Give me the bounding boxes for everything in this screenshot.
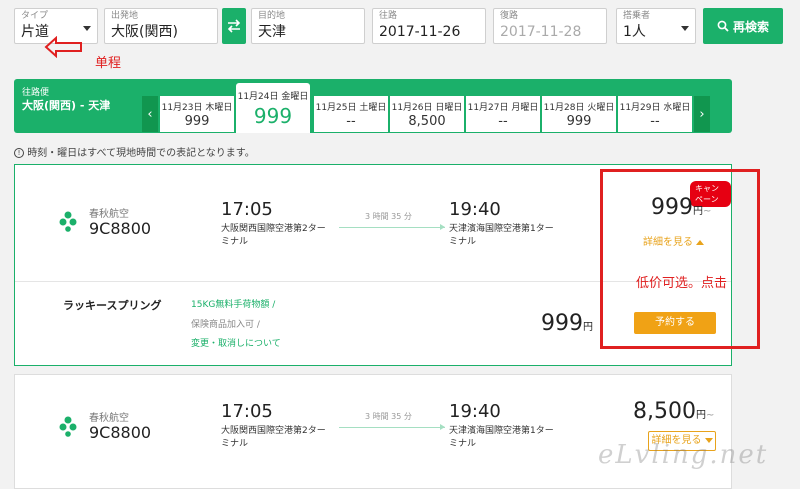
yen-unit: 円 <box>583 322 593 333</box>
fare-baggage: 15KG無料手荷物額 / <box>191 300 276 310</box>
date-tab-label: 11月24日 金曜日 <box>237 92 309 102</box>
date-tab-5[interactable]: 11月27日 月曜日 -- <box>466 96 540 132</box>
depart-date-value: 2017-11-26 <box>379 24 461 40</box>
date-tab-price: -- <box>346 114 356 129</box>
departure-airport: 大阪関西国際空港第2ターミナル <box>221 426 326 449</box>
chevron-down-icon <box>681 26 689 31</box>
date-tab-price: 999 <box>566 114 592 129</box>
depart-date-field[interactable]: 往路 2017-11-26 <box>372 8 486 44</box>
fare-name: ラッキースプリング <box>63 299 162 312</box>
timezone-notice: ! 時刻・曜日はすべて現地時間での表記となります。 <box>14 144 255 159</box>
date-tab-label: 11月29日 水曜日 <box>619 103 691 113</box>
return-date-label: 復路 <box>500 11 519 21</box>
date-tab-3[interactable]: 11月25日 土曜日 -- <box>314 96 388 132</box>
arrival-airport: 天津濱海国際空港第1ターミナル <box>449 224 554 247</box>
swap-button[interactable] <box>222 8 246 44</box>
destination-field[interactable]: 目的地 天津 <box>251 8 365 44</box>
spring-airlines-logo-icon <box>59 211 77 232</box>
date-tab-label: 11月25日 土曜日 <box>315 103 387 113</box>
annotation-low-price: 低价可选。点击 <box>636 276 728 291</box>
origin-field[interactable]: 出発地 大阪(関西) <box>104 8 218 44</box>
arrival-time: 19:40 <box>449 401 501 422</box>
passenger-label: 搭乗者 <box>623 11 651 21</box>
date-tab-2-selected[interactable]: 11月24日 金曜日 999 <box>236 83 310 133</box>
airline-name: 春秋航空 <box>89 413 129 424</box>
date-tab-label: 11月28日 火曜日 <box>543 103 615 113</box>
research-button[interactable]: 再検索 <box>703 8 783 44</box>
annotation-highlight-box <box>600 169 760 349</box>
fare-price: 999円 <box>541 311 593 336</box>
date-tab-price: 999 <box>184 114 210 129</box>
date-tab-label: 11月23日 木曜日 <box>161 103 233 113</box>
annotation-arrow-icon <box>44 36 82 58</box>
research-button-label: 再検索 <box>732 19 769 34</box>
date-tab-price: 8,500 <box>408 114 446 129</box>
lowest-price: 8,500円~ <box>633 399 714 424</box>
origin-label: 出発地 <box>111 11 139 21</box>
watermark: eLvling.net <box>598 440 769 470</box>
flight-duration: 3 時間 35 分 <box>365 412 412 421</box>
date-tab-7[interactable]: 11月29日 水曜日 -- <box>618 96 692 132</box>
destination-label: 目的地 <box>258 11 286 21</box>
date-tab-price: 999 <box>253 104 293 128</box>
price-tilde: ~ <box>705 410 715 421</box>
flight-number: 9C8800 <box>89 423 152 442</box>
date-tab-label: 11月27日 月曜日 <box>467 103 539 113</box>
date-tab-label: 11月26日 日曜日 <box>391 103 463 113</box>
fare-change-policy-link[interactable]: 変更・取消しについて <box>191 336 281 349</box>
origin-value: 大阪(関西) <box>111 24 178 40</box>
duration-arrow <box>339 424 445 430</box>
fare-price-value: 999 <box>541 311 583 336</box>
flight-duration: 3 時間 35 分 <box>365 212 412 221</box>
date-tab-price: -- <box>498 114 508 129</box>
date-bar: 往路便 大阪(関西) - 天津 ‹ 11月23日 木曜日 999 11月24日 … <box>14 79 732 133</box>
yen-unit: 円 <box>695 410 706 421</box>
passenger-value: 1人 <box>623 24 646 40</box>
date-tab-1[interactable]: 11月23日 木曜日 999 <box>160 96 234 132</box>
annotation-single-trip: 单程 <box>95 56 122 71</box>
info-icon: ! <box>14 148 24 158</box>
date-tab-4[interactable]: 11月26日 日曜日 8,500 <box>390 96 464 132</box>
spring-airlines-logo-icon <box>59 416 77 437</box>
return-date-field[interactable]: 復路 2017-11-28 <box>493 8 607 44</box>
depart-date-label: 往路 <box>379 11 398 21</box>
route-name: 大阪(関西) - 天津 <box>22 99 111 112</box>
passenger-select[interactable]: 搭乗者 1人 <box>616 8 696 44</box>
chevron-left-icon: ‹ <box>147 106 153 122</box>
departure-time: 17:05 <box>221 199 273 220</box>
departure-airport: 大阪関西国際空港第2ターミナル <box>221 224 326 247</box>
prev-dates-button[interactable]: ‹ <box>142 96 158 132</box>
return-date-value: 2017-11-28 <box>500 24 582 40</box>
fare-insurance: 保険商品加入可 / <box>191 320 260 330</box>
destination-value: 天津 <box>258 24 286 40</box>
search-icon <box>717 20 729 32</box>
duration-arrow <box>339 224 445 230</box>
flight-number: 9C8800 <box>89 219 152 238</box>
chevron-down-icon <box>83 26 91 31</box>
date-tab-price: -- <box>650 114 660 129</box>
arrival-airport: 天津濱海国際空港第1ターミナル <box>449 426 554 449</box>
date-tab-6[interactable]: 11月28日 火曜日 999 <box>542 96 616 132</box>
arrival-time: 19:40 <box>449 199 501 220</box>
swap-icon <box>227 19 241 33</box>
departure-time: 17:05 <box>221 401 273 422</box>
timezone-notice-text: 時刻・曜日はすべて現地時間での表記となります。 <box>27 148 255 159</box>
flight-result-card: 春秋航空 9C8800 17:05 大阪関西国際空港第2ターミナル 3 時間 3… <box>14 374 732 489</box>
airline-name: 春秋航空 <box>89 209 129 220</box>
trip-type-label: タイプ <box>21 11 49 21</box>
price-value: 8,500 <box>633 399 696 424</box>
next-dates-button[interactable]: › <box>694 96 710 132</box>
chevron-right-icon: › <box>699 106 705 122</box>
